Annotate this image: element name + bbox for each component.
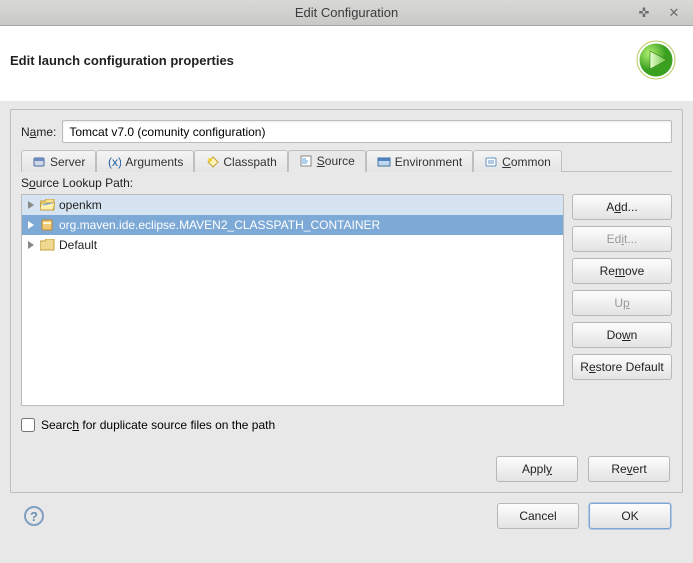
tree-row[interactable]: Default: [22, 235, 563, 255]
name-label: Name:: [21, 125, 56, 139]
ok-button[interactable]: OK: [589, 503, 671, 529]
tab-label: Arguments: [125, 155, 183, 169]
restore-default-button[interactable]: Restore Default: [572, 354, 672, 380]
folder-icon: [40, 199, 55, 211]
svg-text:(x)=: (x)=: [108, 155, 121, 169]
source-tree[interactable]: openkm org.maven.ide.eclipse.MAVEN2_CLAS…: [21, 194, 564, 406]
search-duplicates-label: Search for duplicate source files on the…: [41, 418, 275, 432]
banner: Edit launch configuration properties: [0, 26, 693, 101]
folder-icon: [40, 239, 55, 251]
name-input[interactable]: [62, 120, 672, 143]
tree-item-label: openkm: [59, 198, 102, 212]
add-button[interactable]: Add...: [572, 194, 672, 220]
tree-row[interactable]: openkm: [22, 195, 563, 215]
apply-button[interactable]: Apply: [496, 456, 578, 482]
tab-source[interactable]: Source: [288, 150, 366, 172]
tab-label: Server: [50, 155, 85, 169]
revert-button[interactable]: Revert: [588, 456, 670, 482]
tab-common[interactable]: Common: [473, 150, 562, 172]
window-controls: ✜ ✕: [631, 4, 687, 22]
source-lookup-label: Source Lookup Path:: [21, 176, 672, 190]
tab-label: Common: [502, 155, 551, 169]
down-button[interactable]: Down: [572, 322, 672, 348]
tab-label: Classpath: [223, 155, 276, 169]
expander-icon: [28, 241, 34, 249]
jar-icon: [40, 219, 55, 231]
tree-item-label: org.maven.ide.eclipse.MAVEN2_CLASSPATH_C…: [59, 218, 380, 232]
tab-bar: Server (x)= Arguments Classpath Source En…: [21, 149, 672, 172]
remove-button[interactable]: Remove: [572, 258, 672, 284]
tab-server[interactable]: Server: [21, 150, 96, 172]
help-icon[interactable]: ?: [24, 506, 44, 526]
titlebar: Edit Configuration ✜ ✕: [0, 0, 693, 26]
tab-label: Environment: [395, 155, 462, 169]
close-button[interactable]: ✕: [661, 4, 687, 22]
tab-label: Source: [317, 154, 355, 168]
page-title: Edit launch configuration properties: [10, 53, 234, 68]
expander-icon: [28, 201, 34, 209]
tree-row[interactable]: org.maven.ide.eclipse.MAVEN2_CLASSPATH_C…: [22, 215, 563, 235]
cancel-button[interactable]: Cancel: [497, 503, 579, 529]
tree-item-label: Default: [59, 238, 97, 252]
up-button: Up: [572, 290, 672, 316]
maximize-button[interactable]: ✜: [631, 4, 657, 22]
run-icon: [635, 39, 677, 81]
tab-environment[interactable]: Environment: [366, 150, 473, 172]
expander-icon: [28, 221, 34, 229]
search-duplicates-checkbox[interactable]: [21, 418, 35, 432]
tab-classpath[interactable]: Classpath: [194, 150, 287, 172]
window-title: Edit Configuration: [295, 5, 398, 20]
tab-arguments[interactable]: (x)= Arguments: [96, 150, 194, 172]
edit-button: Edit...: [572, 226, 672, 252]
